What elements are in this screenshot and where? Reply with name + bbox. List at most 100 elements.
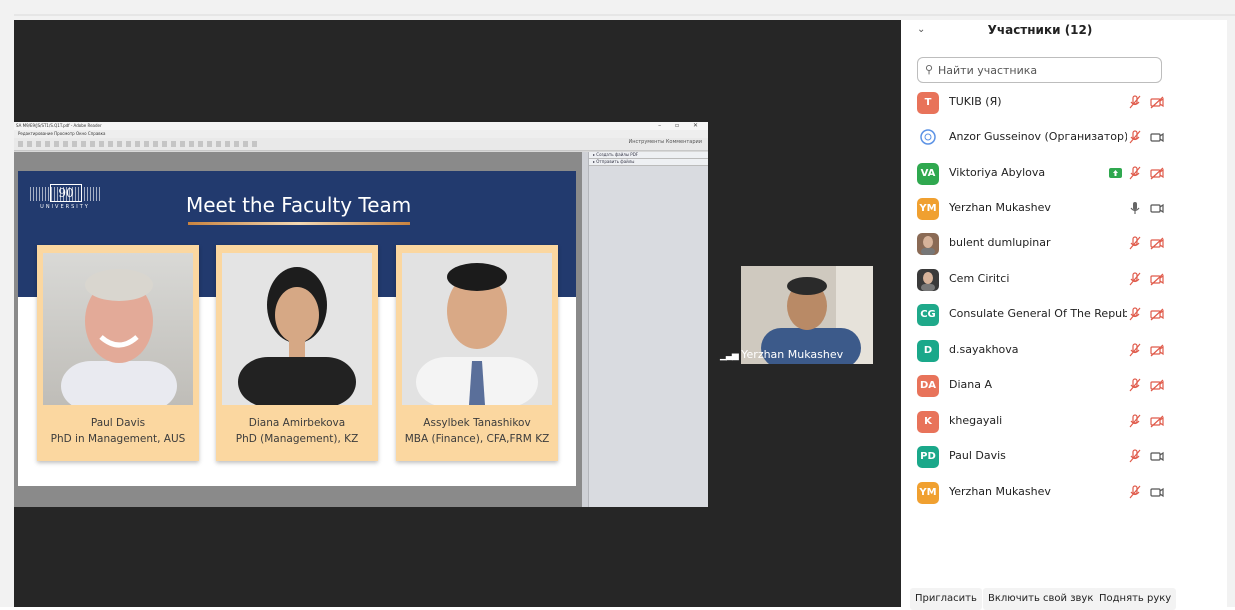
video-off-icon[interactable] [1149,235,1165,251]
participants-header: ⌄ Участники (12) [901,20,1227,44]
faculty-photo-portrait [238,267,356,405]
participant-search: ⚲ [917,57,1162,83]
faculty-degree: PhD (Management), KZ [235,433,359,445]
participant-name: khegayali [949,414,1003,427]
participant-name: d.sayakhova [949,343,1019,356]
faculty-degree: MBA (Finance), CFA,FRM KZ [404,433,550,445]
participant-row[interactable]: Kkhegayali [901,405,1227,440]
search-icon: ⚲ [925,63,934,76]
reader-scrollbar [582,152,589,507]
participant-name: Viktoriya Abylova [949,166,1046,179]
video-camera-icon[interactable] [1149,484,1165,500]
video-off-icon[interactable] [1149,94,1165,110]
participant-row[interactable]: DA Diana A [901,369,1227,404]
participants-title: Участники (12) [987,23,1093,37]
participant-avatar: YM [917,198,939,220]
reader-toolbar-right: Инструменты Комментарии [628,139,702,145]
zoom-meeting-window: SA M9/E9/JS/ST1/S.Q1T.pdf - Adobe Reader… [0,0,1235,610]
video-camera-icon[interactable] [1149,448,1165,464]
photo-avatar [917,233,939,255]
microphone-muted-icon[interactable] [1127,484,1143,500]
microphone-muted-icon[interactable] [1127,94,1143,110]
slide-title-underline [188,222,410,225]
participant-row[interactable]: bulent dumlupinar [901,227,1227,262]
microphone-muted-icon[interactable] [1127,413,1143,429]
video-off-icon[interactable] [1149,306,1165,322]
participant-name: Paul Davis [949,449,1006,462]
reader-toolbar: Инструменты Комментарии [14,138,708,151]
participant-row[interactable]: YM Yerzhan Mukashev [901,476,1227,511]
reader-side-panel: ▸ Создать файлы PDF ▸ Отправить файлы [582,152,708,507]
participant-name: Consulate General Of The Republ... [949,307,1127,320]
participant-avatar: DA [917,375,939,397]
presentation-slide: 90 UNIVERSITY Meet the Faculty Team Paul… [18,171,576,486]
participant-name: Diana A [949,378,993,391]
video-off-icon[interactable] [1149,342,1165,358]
video-off-icon[interactable] [1149,413,1165,429]
participant-row[interactable]: VA Viktoriya Abylova [901,157,1227,192]
participant-name: bulent dumlupinar [949,236,1051,249]
video-off-icon[interactable] [1149,377,1165,393]
faculty-card: Paul Davis PhD in Management, AUS [37,245,199,461]
participant-name: TUKIB (Я) [949,95,1002,108]
microphone-muted-icon[interactable] [1127,306,1143,322]
un-logo-avatar [917,127,939,149]
logo-text: UNIVERSITY [40,204,90,210]
participant-row[interactable]: Anzor Gusseinov (Организатор) [901,121,1227,156]
microphone-muted-icon[interactable] [1127,165,1143,181]
participant-name: Yerzhan Mukashev [949,485,1051,498]
video-off-icon[interactable] [1149,165,1165,181]
faculty-photo-portrait [416,263,538,405]
window-top-border [14,14,1235,16]
participant-avatar: PD [917,446,939,468]
participant-row[interactable]: T TUKIB (Я) [901,86,1227,121]
microphone-icon[interactable] [1127,200,1143,216]
signal-bars-icon: ▁▃▅ [720,351,739,361]
reader-menubar: Редактирование Просмотр Окно Справка [14,130,708,138]
faculty-photo [402,253,552,405]
participant-avatar: T [917,92,939,114]
video-tile-label: ▁▃▅ Yerzhan Mukashev [720,348,843,361]
faculty-degree: PhD in Management, AUS [50,433,186,445]
reader-toolbar-icons [18,141,258,147]
faculty-name: Paul Davis [90,417,146,429]
participant-name: Yerzhan Mukashev [949,201,1051,214]
video-off-icon[interactable] [1149,271,1165,287]
reader-side-tab-create: ▸ Создать файлы PDF [589,152,708,159]
participant-name: Cem Ciritci [949,272,1010,285]
microphone-muted-icon[interactable] [1127,129,1143,145]
participant-row[interactable]: Cem Ciritci [901,263,1227,298]
microphone-muted-icon[interactable] [1127,235,1143,251]
video-tile-name: Yerzhan Mukashev [741,348,844,361]
microphone-muted-icon[interactable] [1127,448,1143,464]
participant-row[interactable]: YM Yerzhan Mukashev [901,192,1227,227]
faculty-name: Diana Amirbekova [248,417,346,429]
university-logo: 90 UNIVERSITY [30,183,100,213]
participant-search-input[interactable] [938,61,1158,79]
faculty-photo-portrait [61,269,177,405]
logo-number: 90 [50,184,82,202]
faculty-name: Assylbek Tanashikov [423,417,531,429]
participant-avatar: VA [917,163,939,185]
participant-row[interactable]: Dd.sayakhova [901,334,1227,369]
faculty-card: Assylbek Tanashikov MBA (Finance), CFA,F… [396,245,558,461]
video-camera-icon[interactable] [1149,200,1165,216]
faculty-photo [222,253,372,405]
video-camera-icon[interactable] [1149,129,1165,145]
reader-titlebar: SA M9/E9/JS/ST1/S.Q1T.pdf - Adobe Reader [14,122,708,130]
participant-row[interactable]: CG Consulate General Of The Republ... [901,298,1227,333]
reader-window-buttons: – ▫ ✕ [658,122,704,129]
participant-avatar: CG [917,304,939,326]
faculty-card: Diana Amirbekova PhD (Management), KZ [216,245,378,461]
microphone-muted-icon[interactable] [1127,342,1143,358]
participant-row[interactable]: PD Paul Davis [901,440,1227,475]
participant-avatar: D [917,340,939,362]
screen-share-icon [1108,165,1124,181]
faculty-photo [43,253,193,405]
participant-avatar: YM [917,482,939,504]
microphone-muted-icon[interactable] [1127,271,1143,287]
participant-avatar: K [917,411,939,433]
slide-title: Meet the Faculty Team [186,193,412,217]
photo-avatar [917,269,939,291]
microphone-muted-icon[interactable] [1127,377,1143,393]
